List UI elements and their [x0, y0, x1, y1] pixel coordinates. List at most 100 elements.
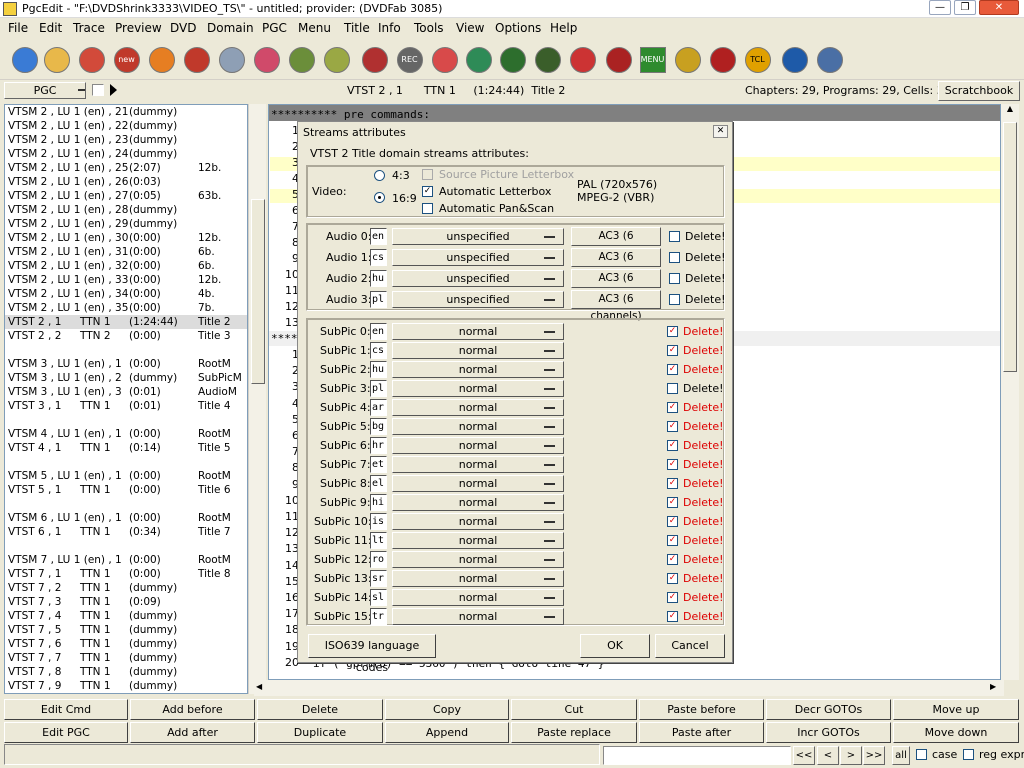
cut-button[interactable]: Cut: [511, 699, 637, 720]
menu-help[interactable]: Help: [550, 21, 577, 35]
subpic-type-dropdown[interactable]: normal: [392, 380, 564, 397]
rocket-button[interactable]: [145, 43, 178, 77]
paste-after-button[interactable]: Paste after: [639, 722, 764, 743]
scroll-left-icon[interactable]: ◀: [256, 682, 262, 691]
subpic-delete-checkbox[interactable]: ✓: [667, 611, 678, 622]
pgc-list-item[interactable]: VTSM 2 , LU 1 (en) , 30 (0:00) 12b.: [5, 231, 247, 245]
subpic-type-dropdown[interactable]: normal: [392, 532, 564, 549]
paste-before-button[interactable]: Paste before: [639, 699, 764, 720]
subpic-type-dropdown[interactable]: normal: [392, 608, 564, 625]
pgc-list-item[interactable]: VTST 7 , 4 TTN 1 (dummy): [5, 609, 247, 623]
menu-pgc[interactable]: PGC: [262, 21, 287, 35]
subpic-type-dropdown[interactable]: normal: [392, 589, 564, 606]
pgc-list-item[interactable]: VTST 7 , 1 TTN 1 (0:00) Title 8: [5, 567, 247, 581]
subpic-type-dropdown[interactable]: normal: [392, 456, 564, 473]
subpic-delete-checkbox[interactable]: ✓: [667, 421, 678, 432]
subpic-delete-checkbox[interactable]: ✓: [667, 383, 678, 394]
menu-edit[interactable]: Edit: [39, 21, 62, 35]
subpic-delete-checkbox[interactable]: ✓: [667, 440, 678, 451]
audio-delete-checkbox[interactable]: ✓: [669, 294, 680, 305]
preview-eye-button[interactable]: [813, 43, 846, 77]
pgc-list-item[interactable]: VTSM 5 , LU 1 (en) , 1 (0:00) RootM: [5, 469, 247, 483]
subpic-lang-field[interactable]: bg: [370, 418, 387, 435]
pgc-list-item[interactable]: [5, 343, 247, 357]
subpic-lang-field[interactable]: sl: [370, 589, 387, 606]
audio-type-dropdown[interactable]: unspecified: [392, 249, 564, 266]
pgc-list-item[interactable]: VTST 3 , 1 TTN 1 (0:01) Title 4: [5, 399, 247, 413]
first-match-button[interactable]: <<: [793, 746, 815, 765]
subpic-lang-field[interactable]: en: [370, 323, 387, 340]
subpic-delete-checkbox[interactable]: ✓: [667, 364, 678, 375]
open-folder-button[interactable]: [40, 43, 73, 77]
menu-title[interactable]: Title: [344, 21, 370, 35]
editor-scrollbar[interactable]: ▲: [1001, 104, 1019, 680]
edit-pgc-button[interactable]: Edit PGC: [4, 722, 128, 743]
subpic-type-dropdown[interactable]: normal: [392, 399, 564, 416]
edit-cmd-button[interactable]: Edit Cmd: [4, 699, 128, 720]
menu-dvd[interactable]: DVD: [170, 21, 196, 35]
scroll-thumb[interactable]: [251, 199, 265, 384]
search-disc-button[interactable]: [180, 43, 213, 77]
subpic-type-dropdown[interactable]: normal: [392, 570, 564, 587]
subpic-type-dropdown[interactable]: normal: [392, 551, 564, 568]
menu-button[interactable]: MENU: [636, 43, 669, 77]
pgc-list-scrollbar[interactable]: [248, 104, 266, 694]
case-checkbox[interactable]: ✓: [916, 749, 927, 760]
pgc-list-item[interactable]: VTST 5 , 1 TTN 1 (0:00) Title 6: [5, 483, 247, 497]
book-open-button[interactable]: [320, 43, 353, 77]
subpic-type-dropdown[interactable]: normal: [392, 418, 564, 435]
subpic-lang-field[interactable]: cs: [370, 342, 387, 359]
subpic-type-dropdown[interactable]: normal: [392, 361, 564, 378]
disc-tools-button[interactable]: [250, 43, 283, 77]
pgc-list-item[interactable]: VTST 7 , 2 TTN 1 (dummy): [5, 581, 247, 595]
cross-film-button[interactable]: [602, 43, 635, 77]
multi-disc-button[interactable]: [215, 43, 248, 77]
pgc-list-item[interactable]: VTST 7 , 6 TTN 1 (dummy): [5, 637, 247, 651]
pgc-list-item[interactable]: VTSM 7 , LU 1 (en) , 1 (0:00) RootM: [5, 553, 247, 567]
pgc-list-item[interactable]: VTST 7 , 8 TTN 1 (dummy): [5, 665, 247, 679]
audio-lang-field[interactable]: cs: [370, 249, 387, 266]
subpic-lang-field[interactable]: hu: [370, 361, 387, 378]
menu-file[interactable]: File: [8, 21, 28, 35]
pgc-list-item[interactable]: VTST 2 , 1 TTN 1 (1:24:44) Title 2: [5, 315, 247, 329]
tcl-button[interactable]: TCL: [741, 43, 774, 77]
subpic-delete-checkbox[interactable]: ✓: [667, 554, 678, 565]
chain-button[interactable]: [671, 43, 704, 77]
play-icon[interactable]: [110, 84, 117, 96]
audio-lang-field[interactable]: en: [370, 228, 387, 245]
audio-codec-button[interactable]: AC3 (6 channels): [571, 269, 661, 301]
pgc-list-item[interactable]: VTST 7 , 7 TTN 1 (dummy): [5, 651, 247, 665]
pgc-list-item[interactable]: VTSM 2 , LU 1 (en) , 23 (dummy): [5, 133, 247, 147]
pgc-list-item[interactable]: VTSM 2 , LU 1 (en) , 28 (dummy): [5, 203, 247, 217]
pgc-list-item[interactable]: VTSM 6 , LU 1 (en) , 1 (0:00) RootM: [5, 511, 247, 525]
subpic-delete-checkbox[interactable]: ✓: [667, 478, 678, 489]
subpic-lang-field[interactable]: pl: [370, 380, 387, 397]
numbers-button[interactable]: [706, 43, 739, 77]
audio-delete-checkbox[interactable]: ✓: [669, 273, 680, 284]
film-play-button[interactable]: [496, 43, 529, 77]
regex-checkbox[interactable]: ✓: [963, 749, 974, 760]
pgc-list-item[interactable]: [5, 497, 247, 511]
menu-view[interactable]: View: [456, 21, 484, 35]
pgc-list-item[interactable]: VTSM 3 , LU 1 (en) , 3 (0:01) AudioM: [5, 385, 247, 399]
pgc-list-item[interactable]: VTST 4 , 1 TTN 1 (0:14) Title 5: [5, 441, 247, 455]
pgc-selector[interactable]: PGC: [4, 82, 86, 99]
audio-codec-button[interactable]: AC3 (6 channels): [571, 290, 661, 322]
subpic-type-dropdown[interactable]: normal: [392, 323, 564, 340]
book-button[interactable]: [285, 43, 318, 77]
copy-button[interactable]: Copy: [385, 699, 509, 720]
search-input[interactable]: [603, 746, 791, 765]
add-before-button[interactable]: Add before: [130, 699, 255, 720]
pgc-list-item[interactable]: VTSM 2 , LU 1 (en) , 32 (0:00) 6b.: [5, 259, 247, 273]
menu-domain[interactable]: Domain: [207, 21, 254, 35]
pgc-list-item[interactable]: VTSM 2 , LU 1 (en) , 26 (0:03): [5, 175, 247, 189]
pgc-list-item[interactable]: VTSM 2 , LU 1 (en) , 33 (0:00) 12b.: [5, 273, 247, 287]
move-down-button[interactable]: Move down: [893, 722, 1019, 743]
subpic-type-dropdown[interactable]: normal: [392, 342, 564, 359]
subpic-delete-checkbox[interactable]: ✓: [667, 459, 678, 470]
pgc-list-item[interactable]: VTSM 4 , LU 1 (en) , 1 (0:00) RootM: [5, 427, 247, 441]
pgc-list-item[interactable]: VTST 2 , 2 TTN 2 (0:00) Title 3: [5, 329, 247, 343]
pgc-list-item[interactable]: VTSM 2 , LU 1 (en) , 22 (dummy): [5, 119, 247, 133]
decr-gotos-button[interactable]: Decr GOTOs: [766, 699, 891, 720]
pgc-list-item[interactable]: [5, 413, 247, 427]
